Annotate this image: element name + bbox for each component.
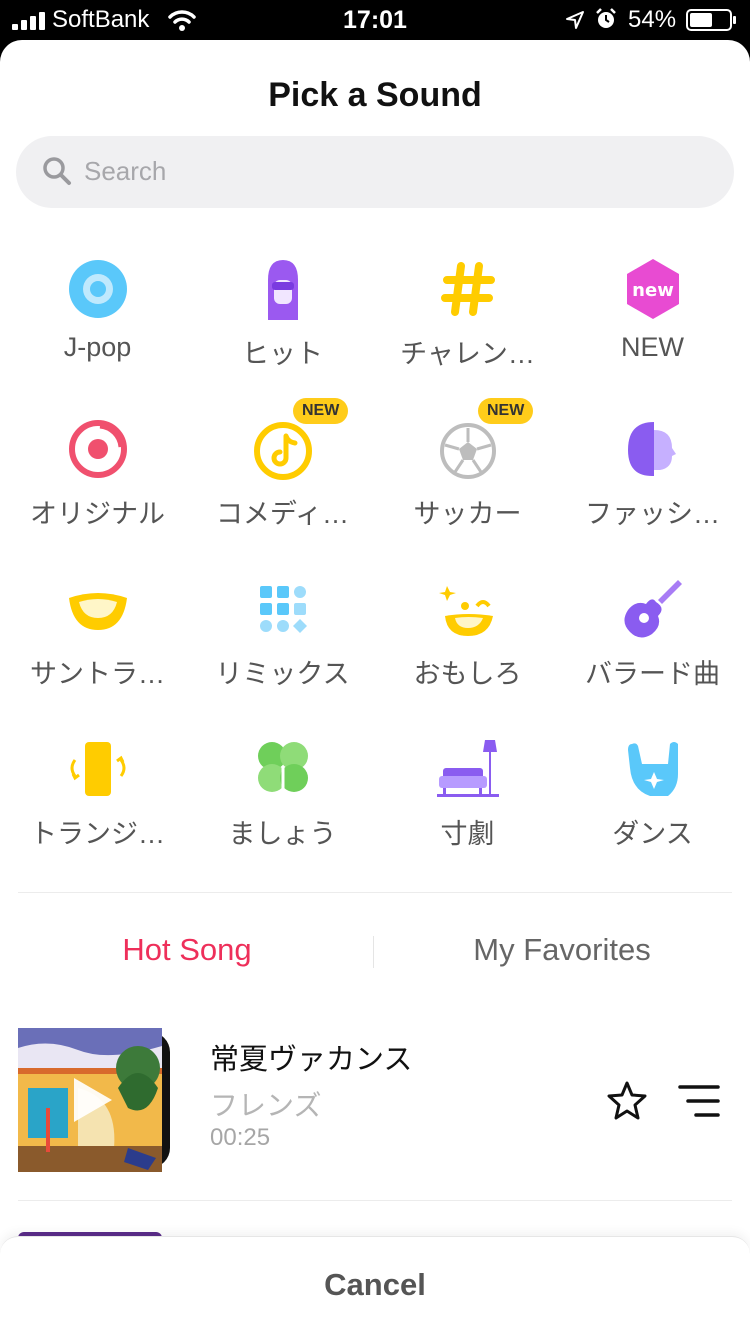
category-remix[interactable]: リミックス <box>189 560 376 720</box>
category-skit[interactable]: 寸劇 <box>374 720 561 880</box>
category-label: バラード曲 <box>585 659 720 689</box>
sheet-title: Pick a Sound <box>268 76 482 114</box>
guitar-icon <box>624 580 682 638</box>
new-hexagon-icon: new <box>627 259 679 319</box>
search-input[interactable]: Search <box>16 136 734 208</box>
category-label: オリジナル <box>30 499 165 529</box>
category-original[interactable]: オリジナル <box>4 400 191 560</box>
phone-rotate-icon <box>70 742 126 796</box>
soccer-ball-icon <box>440 423 496 479</box>
tiktok-note-icon <box>254 422 312 480</box>
fashion-profile-icon <box>628 422 676 476</box>
hashtag-icon <box>441 262 495 316</box>
category-label: ましょう <box>228 819 337 849</box>
tab-hot-song[interactable]: Hot Song <box>0 932 374 968</box>
cancel-button[interactable]: Cancel <box>0 1267 750 1303</box>
album-cover[interactable] <box>18 1028 162 1172</box>
category-label: コメディ… <box>215 499 350 529</box>
category-label: リミックス <box>215 659 350 689</box>
category-transition[interactable]: トランジ… <box>4 720 191 880</box>
remix-grid-icon <box>260 586 307 633</box>
category-label: チャレン… <box>400 339 535 369</box>
category-ballad[interactable]: バラード曲 <box>559 560 746 720</box>
category-hit[interactable]: ヒット <box>189 240 376 400</box>
menu-lines-icon[interactable] <box>678 1084 720 1118</box>
svg-text:new: new <box>632 280 674 301</box>
new-badge: NEW <box>478 398 534 424</box>
favorite-star-icon[interactable] <box>606 1080 648 1122</box>
singer-sunglasses-icon <box>268 260 298 320</box>
battery-icon <box>686 9 736 31</box>
search-icon <box>43 157 71 185</box>
status-bar: SoftBank 17:01 54% <box>0 0 750 40</box>
song-row[interactable]: 常夏ヴァカンス フレンズ 00:25 <box>0 1028 750 1178</box>
category-label: トランジ… <box>30 819 165 849</box>
section-divider <box>18 892 732 893</box>
pick-sound-sheet: Pick a Sound Search J-pop ヒット チャレン… new … <box>0 40 750 1334</box>
smile-mouth-icon <box>69 593 127 630</box>
category-label: ファッシ… <box>585 499 720 529</box>
category-label: NEW <box>621 332 684 362</box>
category-label: ダンス <box>612 819 693 849</box>
row-divider <box>18 1200 732 1201</box>
category-challenge[interactable]: チャレン… <box>374 240 561 400</box>
category-soccer[interactable]: NEW サッカー <box>374 398 561 560</box>
battery-percent: 54% <box>628 6 677 33</box>
funny-face-icon <box>439 586 493 636</box>
category-mashou[interactable]: ましょう <box>189 720 376 880</box>
search-placeholder: Search <box>84 156 167 186</box>
song-duration: 00:25 <box>210 1124 271 1151</box>
song-artist: フレンズ <box>210 1090 322 1121</box>
category-dance[interactable]: ダンス <box>559 720 746 880</box>
record-original-icon <box>69 420 127 478</box>
alarm-clock-icon <box>596 8 616 28</box>
category-new[interactable]: new NEW <box>559 240 746 400</box>
category-label: おもしろ <box>413 659 522 689</box>
category-comedy[interactable]: NEW コメディ… <box>189 398 376 560</box>
vinyl-disc-icon <box>69 260 127 318</box>
category-label: ヒット <box>242 339 323 369</box>
category-jpop[interactable]: J-pop <box>4 240 191 400</box>
clover-icon <box>258 742 308 796</box>
cancel-bar: Cancel <box>0 1236 750 1334</box>
category-label: J-pop <box>63 332 132 362</box>
category-fashion[interactable]: ファッシ… <box>559 400 746 560</box>
category-label: サッカー <box>413 499 522 529</box>
category-funny[interactable]: おもしろ <box>374 560 561 720</box>
category-label: 寸劇 <box>440 819 495 849</box>
category-label: サントラ… <box>30 659 165 689</box>
song-title: 常夏ヴァカンス <box>210 1044 413 1076</box>
category-soundtrack[interactable]: サントラ… <box>4 560 191 720</box>
tab-my-favorites[interactable]: My Favorites <box>374 932 750 968</box>
play-icon[interactable] <box>70 1076 114 1124</box>
new-badge: NEW <box>293 398 349 424</box>
location-arrow-icon <box>566 11 584 29</box>
rock-hand-icon <box>628 742 678 796</box>
sofa-lamp-icon <box>437 740 499 797</box>
